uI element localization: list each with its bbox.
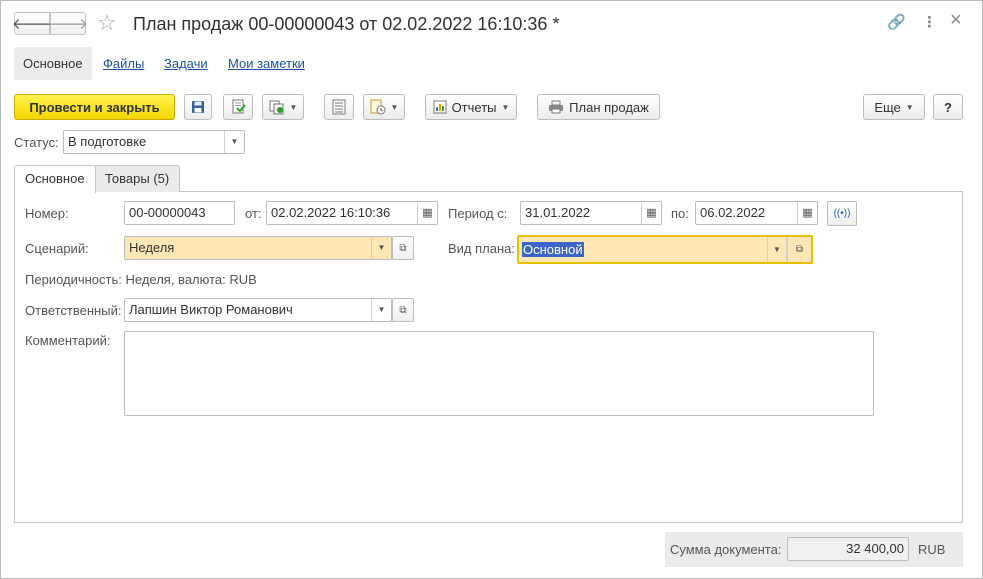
plan-type-label: Вид плана: [448, 241, 516, 256]
chevron-down-icon: ▼ [390, 102, 399, 112]
period-radio-icon: ((•)) [833, 208, 851, 219]
favorite-star-icon[interactable]: ☆ [97, 11, 117, 35]
back-button[interactable]: 🡐 [11, 12, 53, 35]
open-window-icon: ⧉ [399, 242, 407, 254]
document-sum-label: Сумма документа: [670, 542, 782, 557]
chevron-down-icon: ▼ [905, 102, 914, 112]
period-to-field[interactable]: 06.02.2022 ▦ [695, 201, 818, 225]
open-window-icon: ⧉ [399, 304, 407, 316]
create-based-on-button[interactable]: ▼ [262, 94, 304, 120]
calendar-icon[interactable]: ▦ [417, 202, 437, 224]
help-button[interactable]: ? [933, 94, 963, 120]
sales-plan-label: План продаж [569, 99, 649, 115]
create-based-on-icon [269, 100, 284, 115]
chevron-down-icon[interactable]: ▼ [767, 237, 787, 262]
tab-tasks[interactable]: Задачи [164, 47, 208, 80]
scenario-label: Сценарий: [25, 241, 89, 256]
printer-icon [549, 100, 564, 114]
calendar-icon[interactable]: ▦ [797, 202, 817, 224]
post-button[interactable] [223, 94, 253, 120]
period-from-field[interactable]: 31.01.2022 ▦ [520, 201, 662, 225]
document-clock-icon [370, 99, 386, 115]
status-label: Статус: [14, 135, 59, 150]
arrow-right-icon: 🡒 [47, 16, 89, 33]
responsible-value: Лапшин Виктор Романович [129, 302, 293, 317]
open-window-icon[interactable]: ⧉ [787, 237, 811, 262]
post-and-close-button[interactable]: Провести и закрыть [14, 94, 175, 120]
link-icon[interactable]: 🔗 [887, 13, 906, 33]
currency-label: RUB [918, 542, 946, 557]
chevron-down-icon: ▼ [289, 102, 298, 112]
tab-main[interactable]: Основное [14, 47, 92, 80]
chevron-down-icon: ▼ [501, 102, 510, 112]
post-and-close-label: Провести и закрыть [29, 99, 160, 115]
tab-files[interactable]: Файлы [103, 47, 144, 80]
tab-my-notes[interactable]: Мои заметки [228, 47, 305, 80]
more-actions-icon[interactable]: ⋮ [922, 13, 937, 33]
close-icon[interactable]: × [950, 10, 962, 30]
reports-label: Отчеты [451, 99, 497, 115]
more-label: Еще [874, 99, 901, 115]
chevron-down-icon[interactable]: ▼ [371, 237, 391, 259]
reports-icon [433, 100, 447, 114]
period-to-label: по: [671, 206, 689, 221]
calendar-icon[interactable]: ▦ [641, 202, 661, 224]
help-label: ? [944, 99, 952, 115]
list-icon [332, 99, 346, 115]
list-button[interactable] [324, 94, 354, 120]
sales-plan-print-button[interactable]: План продаж [537, 94, 660, 120]
tab-goods[interactable]: Товары (5) [94, 165, 181, 192]
more-button[interactable]: Еще ▼ [863, 94, 925, 120]
plan-type-select[interactable]: Основной ▼ ⧉ [517, 235, 813, 264]
period-from-label: Период с: [448, 206, 508, 221]
period-from-value: 31.01.2022 [525, 205, 591, 220]
plan-type-value: Основной [522, 242, 584, 257]
responsible-label: Ответственный: [25, 303, 122, 318]
chevron-down-icon[interactable]: ▼ [371, 299, 391, 321]
document-window: 🡐 🡒 ☆ План продаж 00-00000043 от 02.02.2… [0, 0, 983, 579]
chevron-down-icon[interactable]: ▼ [224, 131, 244, 153]
scenario-select[interactable]: Неделя ▼ [124, 236, 392, 260]
document-sum-field: 32 400,00 [787, 537, 909, 561]
save-button[interactable] [184, 94, 212, 120]
scenario-value: Неделя [129, 240, 175, 255]
tab-inner-main[interactable]: Основное [14, 165, 96, 193]
number-value: 00-00000043 [129, 205, 206, 220]
responsible-select[interactable]: Лапшин Виктор Романович ▼ [124, 298, 392, 322]
scenario-open-button[interactable]: ⧉ [392, 236, 414, 260]
arrow-left-icon: 🡐 [11, 16, 53, 33]
forward-button[interactable]: 🡒 [47, 12, 89, 35]
window-title: План продаж 00-00000043 от 02.02.2022 16… [133, 14, 560, 34]
document-date-value: 02.02.2022 16:10:36 [271, 205, 391, 220]
post-document-icon [232, 99, 246, 114]
number-field[interactable]: 00-00000043 [124, 201, 235, 225]
responsible-open-button[interactable]: ⧉ [392, 298, 414, 322]
comment-textarea[interactable] [124, 331, 874, 416]
period-select-button[interactable]: ((•)) [827, 201, 857, 226]
document-date-field[interactable]: 02.02.2022 16:10:36 ▦ [266, 201, 438, 225]
date-from-label: от: [245, 206, 262, 221]
floppy-disk-icon [192, 101, 204, 113]
number-label: Номер: [25, 206, 69, 221]
reports-button[interactable]: Отчеты ▼ [425, 94, 517, 120]
periodicity-text: Периодичность: Неделя, валюта: RUB [25, 272, 257, 287]
attachments-button[interactable]: ▼ [363, 94, 405, 120]
period-to-value: 06.02.2022 [700, 205, 766, 220]
document-sum-value: 32 400,00 [846, 541, 904, 556]
comment-label: Комментарий: [25, 333, 111, 348]
status-value: В подготовке [68, 134, 147, 149]
status-select[interactable]: В подготовке ▼ [63, 130, 245, 154]
